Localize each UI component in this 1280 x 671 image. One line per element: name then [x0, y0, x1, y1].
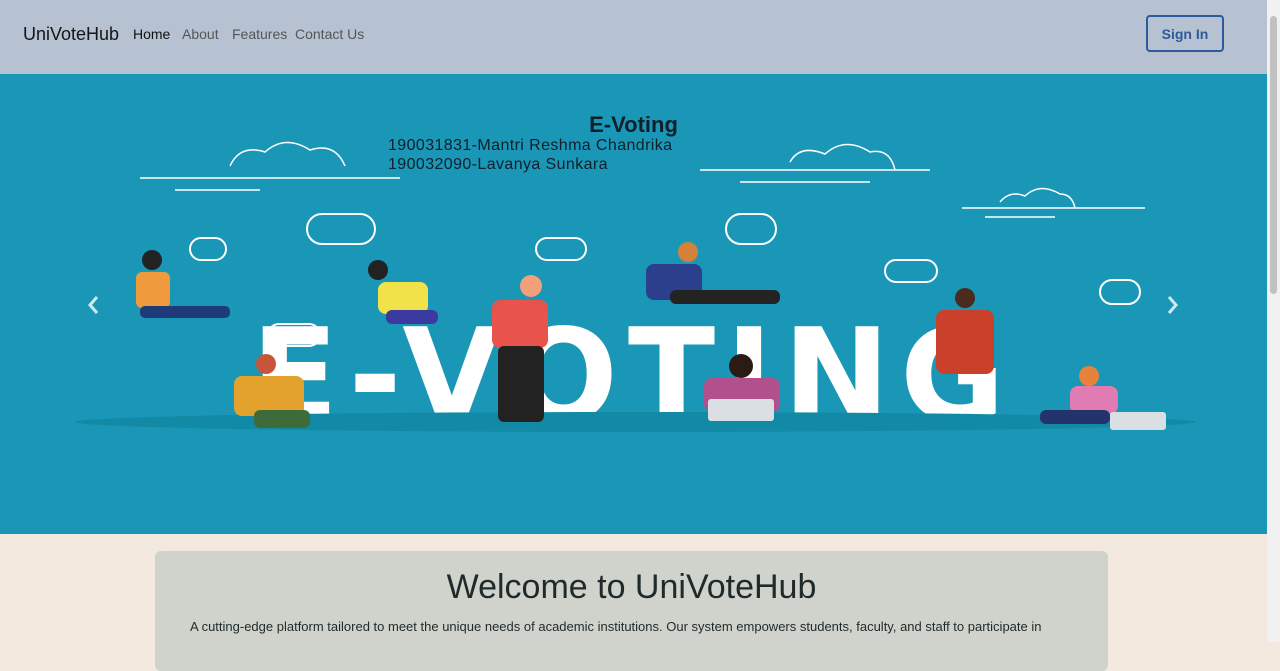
hero-author-1: 190031831-Mantri Reshma Chandrika: [388, 137, 673, 154]
hero-title: E-Voting: [589, 112, 678, 137]
nav-link-contact-us[interactable]: Contact Us: [295, 26, 364, 42]
welcome-card: Welcome to UniVoteHub A cutting-edge pla…: [155, 551, 1108, 671]
nav-link-home[interactable]: Home: [133, 26, 170, 42]
navbar: UniVoteHub Home About Features Contact U…: [0, 0, 1267, 74]
scrollbar[interactable]: [1267, 0, 1280, 642]
carousel-prev-button[interactable]: [84, 294, 104, 316]
chevron-left-icon: [88, 296, 99, 314]
nav-link-about[interactable]: About: [182, 26, 219, 42]
hero-author-2: 190032090-Lavanya Sunkara: [388, 156, 608, 173]
welcome-text: A cutting-edge platform tailored to meet…: [190, 619, 1042, 634]
welcome-title: Welcome to UniVoteHub: [446, 568, 817, 606]
sign-in-button[interactable]: Sign In: [1146, 15, 1224, 52]
nav-link-features[interactable]: Features: [232, 26, 287, 42]
carousel-next-button[interactable]: [1162, 294, 1182, 316]
hero-carousel: E-VOTING E-Voting 190031831-Mantri Reshm…: [0, 74, 1267, 534]
scrollbar-thumb[interactable]: [1270, 16, 1277, 294]
brand-logo[interactable]: UniVoteHub: [23, 24, 119, 45]
chevron-right-icon: [1167, 296, 1178, 314]
